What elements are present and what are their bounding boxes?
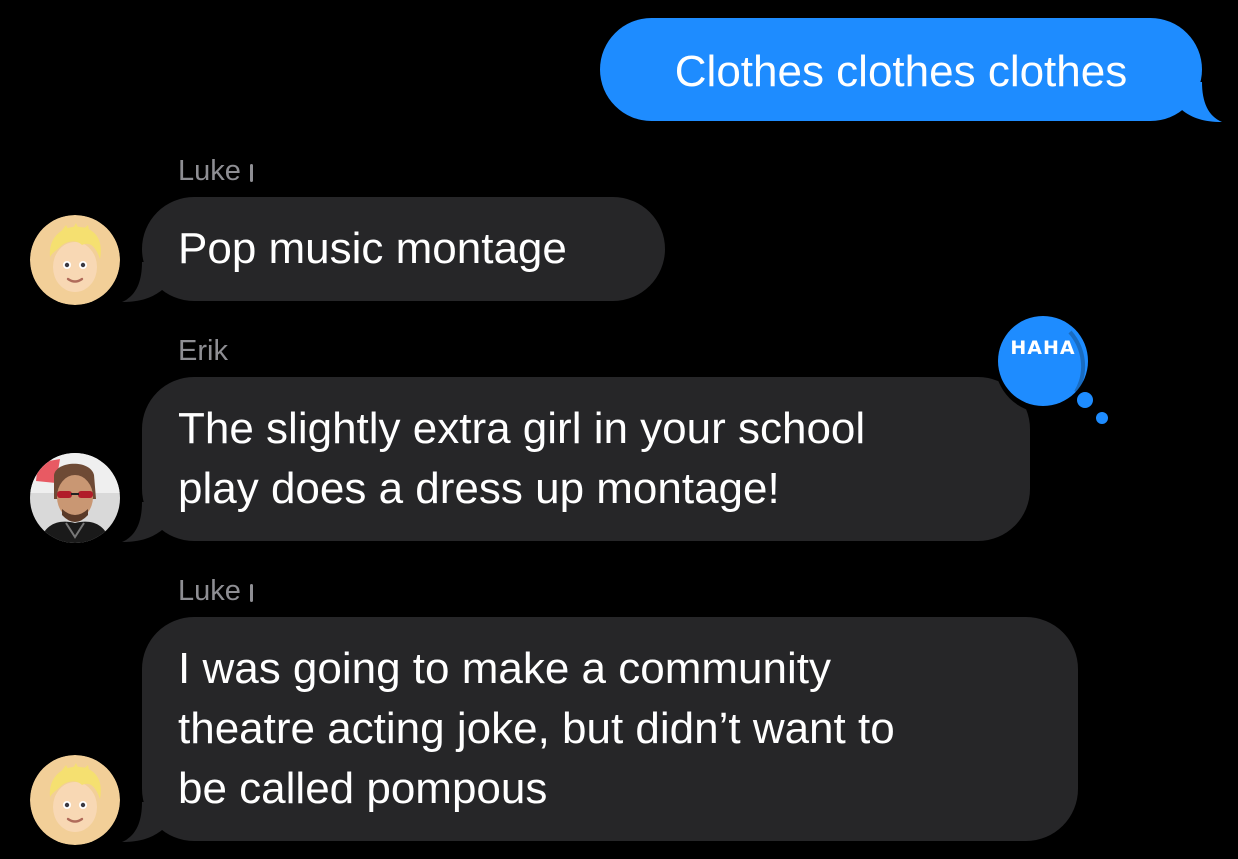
message-text: I was going to make a community theatre … bbox=[178, 644, 895, 813]
haha-text: HAHA bbox=[1010, 337, 1076, 359]
outgoing-message-bubble[interactable]: Clothes clothes clothes bbox=[600, 18, 1202, 121]
incoming-message-bubble[interactable]: Pop music montage bbox=[142, 197, 665, 301]
message-text: Clothes clothes clothes bbox=[674, 47, 1128, 96]
sender-name-luke: Luke bbox=[178, 574, 253, 608]
incoming-message-bubble[interactable]: I was going to make a community theatre … bbox=[142, 617, 1078, 841]
incoming-bubble-tail bbox=[122, 802, 162, 842]
photo-avatar-sunglasses[interactable] bbox=[30, 453, 120, 543]
sender-name-luke: Luke bbox=[178, 154, 253, 188]
haha-tapback-badge[interactable]: HAHA bbox=[992, 310, 1122, 432]
sender-name-erik: Erik bbox=[178, 335, 228, 367]
memoji-blond-avatar[interactable] bbox=[30, 215, 120, 305]
incoming-message-bubble[interactable]: The slightly extra girl in your school p… bbox=[142, 377, 1030, 541]
memoji-blond-avatar[interactable] bbox=[30, 755, 120, 845]
message-text: The slightly extra girl in your school p… bbox=[178, 404, 866, 513]
incoming-bubble-tail bbox=[122, 262, 162, 302]
outgoing-bubble-tail bbox=[1182, 82, 1222, 122]
incoming-bubble-tail bbox=[122, 502, 162, 542]
message-text: Pop music montage bbox=[178, 224, 567, 273]
